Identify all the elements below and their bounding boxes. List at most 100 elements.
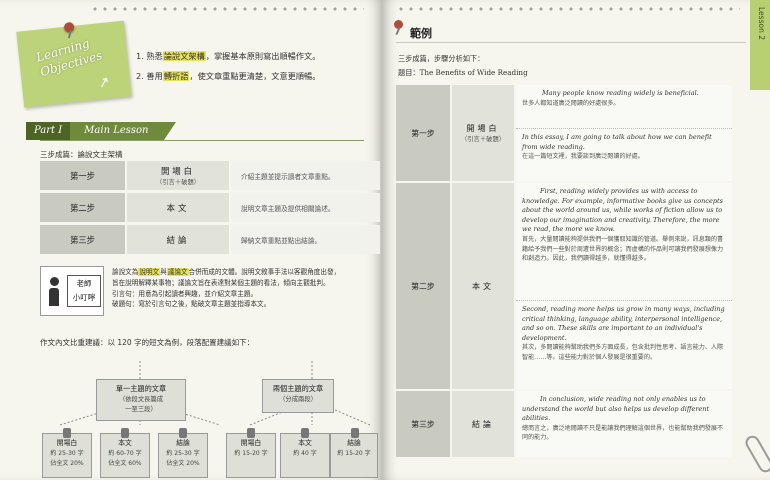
double-part-tag: 開場白 約 15-20 字 bbox=[226, 428, 276, 478]
example-underline bbox=[396, 42, 746, 43]
objective-number: 2. bbox=[136, 71, 144, 81]
learning-objectives-note: Learning Objectives ↗ bbox=[16, 20, 132, 108]
tip-label-line: 小叮嚀 bbox=[72, 293, 96, 302]
paragraph: Many people know reading widely is benef… bbox=[516, 85, 732, 129]
part-cell: 本文 bbox=[127, 193, 229, 222]
lesson-tab-label: Lesson 2 bbox=[757, 7, 766, 40]
example-row: 第三步 結論 In conclusion, wide reading not o… bbox=[396, 391, 732, 457]
structure-table: 第一步 開場白 （引言＋破題） 介紹主題並提示讀者文章重點。 第二步 本文 說明文… bbox=[40, 161, 380, 257]
tip-highlight: 議論文 bbox=[166, 268, 189, 276]
structure-row: 第三步 結論 歸納文章重點並點出結論。 bbox=[40, 225, 380, 254]
teacher-tip-icon: 老師 小叮嚀 bbox=[40, 266, 104, 316]
tag-detail: 約 15-20 字 bbox=[337, 450, 371, 457]
clip-icon bbox=[247, 428, 255, 438]
paragraph: In this essay, I am going to talk about … bbox=[516, 129, 732, 181]
double-part-tag: 結論 約 15-20 字 bbox=[330, 428, 378, 478]
tag-detail: 約 15-20 字 bbox=[234, 450, 268, 457]
english-text: Second, reading more helps us grow in ma… bbox=[522, 305, 725, 342]
chinese-text: 世多人都知道廣泛閱讀的好處很多。 bbox=[522, 99, 620, 107]
tag-detail: 佔全文 60% bbox=[108, 460, 142, 467]
chinese-text: 在這一篇短文裡，我要談到廣泛閱讀的好處。 bbox=[522, 153, 644, 161]
double-topic-box: 兩個主題的文章 （分成兩段） bbox=[262, 379, 334, 413]
paragraph: First, reading widely provides us with a… bbox=[516, 183, 732, 301]
part-cell: 結論 bbox=[127, 225, 229, 254]
tip-line: 論說文為說明文與議論文合併而成的文體。說明文敘事手法以客觀角度出發， bbox=[112, 267, 376, 278]
objectives-list: 1. 熟悉論說文架構，掌握基本原則寫出順暢作文。 2. 善用轉折語，使文章重點更… bbox=[136, 46, 372, 86]
clip-icon bbox=[121, 428, 129, 438]
tag-detail: 約 25-30 字 bbox=[166, 450, 200, 457]
desc-cell: 說明文章主題及提供相關論述。 bbox=[231, 193, 380, 222]
step-cell: 第一步 bbox=[396, 85, 450, 181]
tip-line: 破題句：寫於引言句之後，點破文章主題並指導本文。 bbox=[112, 300, 271, 309]
english-text: Many people know reading widely is benef… bbox=[542, 89, 699, 97]
part-name: 本文 bbox=[472, 281, 494, 291]
pushpin-icon bbox=[394, 20, 403, 29]
tip-line: 引言句：用意為引起讀者興趣，並介紹文章主題。 bbox=[112, 289, 258, 298]
tip-text: 論說文為 bbox=[112, 268, 139, 276]
paperclip-icon bbox=[742, 433, 770, 475]
step-cell: 第三步 bbox=[40, 225, 125, 254]
tag-name: 開場白 bbox=[240, 439, 262, 447]
single-part-tag: 本文 約 60-70 字 佔全文 60% bbox=[100, 428, 150, 478]
single-topic-title: 單一主題的文章 bbox=[115, 384, 167, 393]
example-intro: 三步成篇，步驟分析如下： bbox=[398, 54, 485, 63]
structure-row: 第一步 開場白 （引言＋破題） 介紹主題並提示讀者文章重點。 bbox=[40, 161, 380, 190]
step-cell: 第二步 bbox=[396, 183, 450, 389]
chinese-text: 首先，大量閱讀能夠提供我們一個獲取知識的管道。舉例來說，訊息類的書籍給予我們一些… bbox=[522, 235, 724, 263]
part-name: 結論 bbox=[166, 234, 190, 245]
example-table: 第一步 開場白 （引言＋破題） Many people know reading … bbox=[396, 85, 732, 459]
clip-icon bbox=[63, 428, 71, 438]
topic-text: The Benefits of Wide Reading bbox=[419, 68, 528, 77]
structure-title: 三步成篇：論說文主架構 bbox=[40, 150, 123, 159]
objective-text: ，掌握基本原則寫出順暢作文。 bbox=[205, 51, 321, 61]
english-text: In conclusion, wide reading not only ena… bbox=[522, 395, 710, 423]
english-text: In this essay, I am going to talk about … bbox=[522, 133, 712, 151]
part-name: 結論 bbox=[472, 419, 494, 429]
tag-detail: 約 60-70 字 bbox=[108, 450, 142, 457]
lesson-tab: Lesson 2 bbox=[750, 0, 770, 90]
part-name: 本文 bbox=[166, 202, 190, 213]
content-cell: Many people know reading widely is benef… bbox=[516, 85, 732, 181]
book-spread: Learning Objectives ↗ 1. 熟悉論說文架構，掌握基本原則寫… bbox=[0, 0, 770, 480]
tag-name: 結論 bbox=[347, 439, 361, 447]
example-title: 範例 bbox=[410, 27, 432, 40]
tag-name: 結論 bbox=[176, 439, 190, 447]
step-cell: 第一步 bbox=[40, 161, 125, 190]
tag-detail: 佔全文 20% bbox=[166, 460, 200, 467]
objective-item: 2. 善用轉折語，使文章重點更清楚，文意更順暢。 bbox=[136, 66, 372, 86]
tip-line: 旨在說明解釋某事物；議論文旨在表達對某個主題的看法，傾向主觀批判。 bbox=[112, 278, 330, 287]
part-name: 開場白 bbox=[466, 124, 500, 133]
double-topic-sub: （分成兩段） bbox=[279, 395, 317, 403]
tag-detail: 約 25-30 字 bbox=[50, 450, 84, 457]
teacher-tip-label: 老師 小叮嚀 bbox=[67, 275, 101, 307]
right-page: Lesson 2 範例 三步成篇，步驟分析如下： 題目：The Benefits… bbox=[382, 0, 770, 480]
clip-icon bbox=[301, 428, 309, 438]
objective-text: ，使文章重點更清楚，文意更順暢。 bbox=[189, 71, 321, 81]
dotted-border bbox=[396, 6, 740, 12]
part-cell: 開場白 （引言＋破題） bbox=[127, 161, 229, 190]
example-row: 第二步 本文 First, reading widely provides us… bbox=[396, 183, 732, 389]
part-label: Part I bbox=[26, 122, 71, 140]
left-page: Learning Objectives ↗ 1. 熟悉論說文架構，掌握基本原則寫… bbox=[0, 0, 382, 480]
tip-text: 合併而成的文體。說明文敘事手法以客觀角度出發， bbox=[188, 268, 341, 276]
arrow-doodle-icon: ↗ bbox=[96, 73, 112, 93]
teacher-figure-icon bbox=[47, 277, 61, 307]
tag-name: 本文 bbox=[298, 439, 312, 447]
dotted-border bbox=[90, 6, 364, 12]
part-sub: （引言＋破題） bbox=[155, 179, 201, 186]
part-sub: （引言＋破題） bbox=[460, 136, 506, 143]
single-topic-sub: 一至三段） bbox=[125, 406, 157, 413]
tag-detail: 約 40 字 bbox=[293, 450, 317, 457]
tag-name: 本文 bbox=[118, 439, 132, 447]
step-cell: 第二步 bbox=[40, 193, 125, 222]
tip-label-line: 老師 bbox=[76, 279, 92, 288]
objective-highlight: 論說文架構 bbox=[162, 51, 206, 61]
objective-text: 善用 bbox=[146, 71, 163, 81]
step-cell: 第三步 bbox=[396, 391, 450, 457]
paragraph: Second, reading more helps us grow in ma… bbox=[516, 301, 732, 389]
learning-objectives-title: Learning Objectives bbox=[34, 36, 104, 80]
objective-item: 1. 熟悉論說文架構，掌握基本原則寫出順暢作文。 bbox=[136, 46, 372, 66]
single-topic-sub: （依段文長篇成 bbox=[118, 395, 164, 403]
part-cell: 結論 bbox=[452, 391, 514, 457]
tip-highlight: 說明文 bbox=[138, 268, 161, 276]
